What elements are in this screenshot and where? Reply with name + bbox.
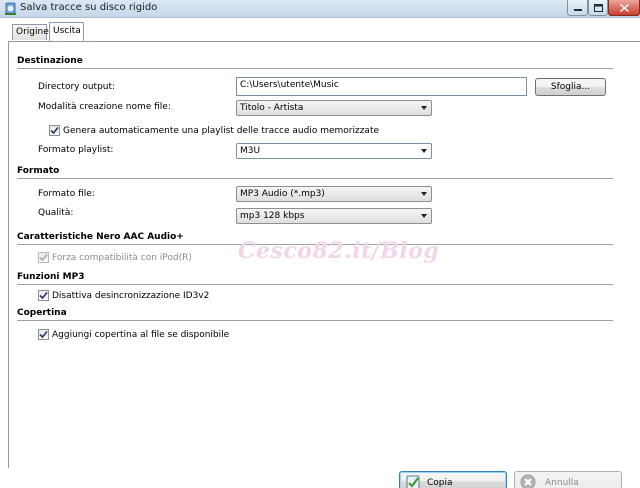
tab-strip: Origine Uscita	[0, 18, 640, 42]
naming-mode-select[interactable]: Titolo - Artista	[236, 100, 432, 116]
browse-button[interactable]: Sfoglia...	[535, 78, 606, 96]
ipod-compat-checkbox[interactable]	[38, 252, 49, 263]
file-format-label: Formato file:	[38, 189, 95, 199]
copy-button-label: Copia	[427, 478, 453, 488]
checkmark-icon	[39, 291, 48, 300]
playlist-format-select[interactable]: M3U	[236, 143, 432, 159]
file-format-value: MP3 Audio (*.mp3)	[240, 189, 325, 199]
section-mp3: Funzioni MP3	[17, 272, 613, 285]
naming-mode-label: Modalità creazione nome file:	[38, 102, 171, 112]
section-destinazione: Destinazione	[17, 56, 613, 69]
playlist-format-value: M3U	[240, 146, 261, 156]
checkmark-icon	[50, 126, 59, 135]
window-title: Salva tracce su disco rigido	[20, 2, 158, 13]
cover-label: Aggiungi copertina al file se disponibil…	[52, 330, 230, 340]
section-header: Caratteristiche Nero AAC Audio+	[17, 232, 184, 242]
app-icon	[5, 2, 16, 15]
maximize-icon	[593, 3, 603, 12]
id3-desync-label: Disattiva desincronizzazione ID3v2	[52, 291, 210, 301]
minimize-button[interactable]	[567, 0, 588, 16]
id3-desync-checkbox[interactable]	[38, 290, 49, 301]
quality-label: Qualità:	[38, 208, 74, 218]
ipod-compat-label: Forza compatibilità con iPod(R)	[52, 253, 192, 263]
close-icon	[619, 3, 629, 12]
cancel-button[interactable]: Annulla	[514, 471, 622, 488]
section-formato: Formato	[17, 166, 613, 179]
chevron-down-icon	[421, 106, 427, 110]
quality-value: mp3 128 kbps	[240, 211, 305, 221]
chevron-down-icon	[421, 149, 427, 153]
playlist-checkbox-label: Genera automaticamente una playlist dell…	[63, 126, 380, 136]
copy-icon	[406, 475, 420, 488]
section-divider	[17, 68, 613, 69]
quality-select[interactable]: mp3 128 kbps	[236, 208, 432, 224]
section-header: Copertina	[17, 308, 67, 318]
minimize-icon	[573, 8, 582, 11]
playlist-checkbox[interactable]	[49, 125, 60, 136]
checkmark-icon	[39, 330, 48, 339]
file-format-select[interactable]: MP3 Audio (*.mp3)	[236, 186, 432, 202]
section-header: Destinazione	[17, 56, 83, 66]
chevron-down-icon	[421, 214, 427, 218]
copy-button[interactable]: Copia	[399, 471, 507, 488]
section-divider	[17, 178, 613, 179]
chevron-down-icon	[421, 192, 427, 196]
section-copertina: Copertina	[17, 308, 613, 321]
playlist-format-label: Formato playlist:	[38, 145, 114, 155]
section-divider	[17, 320, 613, 321]
section-header: Formato	[17, 166, 60, 176]
directory-output-label: Directory output:	[38, 82, 116, 92]
close-button[interactable]	[608, 0, 640, 16]
section-divider	[17, 284, 613, 285]
cancel-button-label: Annulla	[545, 478, 579, 488]
cancel-icon	[520, 474, 536, 488]
title-bar: Salva tracce su disco rigido	[0, 0, 640, 18]
tab-origine[interactable]: Origine	[12, 24, 49, 40]
browse-button-label: Sfoglia...	[550, 82, 591, 92]
tab-uscita[interactable]: Uscita	[49, 22, 84, 41]
checkmark-icon	[39, 253, 48, 262]
naming-mode-value: Titolo - Artista	[240, 103, 304, 113]
section-header: Funzioni MP3	[17, 272, 85, 282]
watermark: Cesco82.it/Blog	[238, 238, 440, 264]
directory-output-field[interactable]: C:\Users\utente\Music	[236, 77, 527, 96]
cover-checkbox[interactable]	[38, 329, 49, 340]
maximize-button[interactable]	[588, 0, 608, 16]
